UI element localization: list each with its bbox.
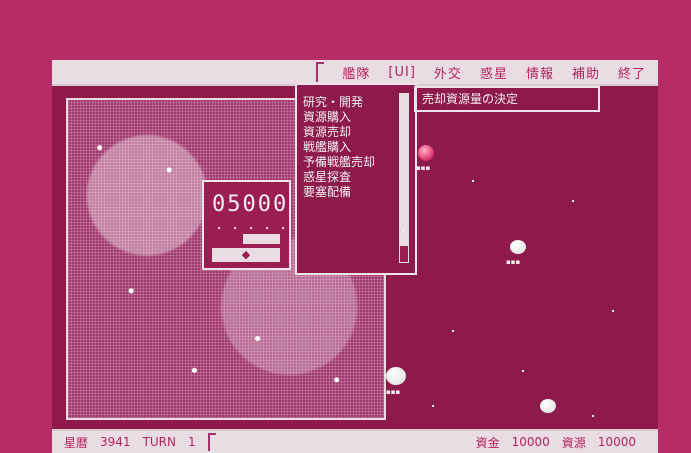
star — [572, 200, 574, 202]
star — [402, 230, 404, 232]
command-panel: 研究・開発 資源購入 資源売却 戦艦購入 予備戦艦売却 惑星探査 要塞配備 — [295, 83, 417, 275]
planet-white-2[interactable] — [386, 367, 406, 385]
scrollbar-thumb[interactable] — [399, 245, 409, 263]
planet-label-marker: ▪▪▪ — [506, 258, 521, 266]
command-buy-resources[interactable]: 資源購入 — [303, 110, 375, 125]
menu-item-planet[interactable]: 惑星 — [480, 63, 508, 82]
command-buy-warship[interactable]: 戦艦購入 — [303, 140, 375, 155]
status-bracket — [207, 433, 216, 451]
quantity-slider[interactable] — [212, 234, 280, 244]
planet-white-3[interactable] — [540, 399, 556, 413]
command-explore-planet[interactable]: 惑星探査 — [303, 170, 375, 185]
star — [472, 180, 474, 182]
turn-label: TURN — [142, 435, 176, 449]
planet-red[interactable] — [418, 145, 434, 161]
command-sell-resources[interactable]: 資源売却 — [303, 125, 375, 140]
command-scrollbar[interactable] — [399, 93, 409, 263]
digit-indicators: ・・・・・ — [214, 224, 294, 235]
menu-item-ui[interactable]: [UI] — [388, 65, 416, 80]
command-research[interactable]: 研究・開発 — [303, 95, 375, 110]
command-list: 研究・開発 資源購入 資源売却 戦艦購入 予備戦艦売却 惑星探査 要塞配備 — [303, 95, 375, 200]
command-deploy-fortress[interactable]: 要塞配備 — [303, 185, 375, 200]
resources-label: 資源 — [561, 435, 586, 450]
funds-label: 資金 — [475, 435, 500, 450]
star — [432, 405, 434, 407]
menu-item-support[interactable]: 補助 — [572, 63, 600, 82]
planet-white-1[interactable] — [510, 240, 526, 254]
funds-value: 10000 — [511, 435, 550, 449]
year-value: 3941 — [100, 435, 131, 449]
game-screen: 艦隊 [UI] 外交 惑星 情報 補助 終了 05000 ・・・・・ ◆ 研究・… — [52, 60, 658, 453]
star — [452, 330, 454, 332]
menu-item-quit[interactable]: 終了 — [618, 63, 646, 82]
quantity-popup: 05000 ・・・・・ ◆ — [202, 180, 291, 270]
resources-value: 10000 — [597, 435, 636, 449]
confirm-button[interactable]: ◆ — [212, 248, 280, 262]
turn-value: 1 — [188, 435, 196, 449]
star — [612, 310, 614, 312]
year-label: 星暦 — [64, 435, 89, 450]
planet-label-marker: ▪▪▪ — [386, 388, 401, 396]
star — [522, 370, 524, 372]
action-title: 売却資源量の決定 — [414, 86, 600, 112]
command-sell-reserve-warship[interactable]: 予備戦艦売却 — [303, 155, 375, 170]
menu-bar-bracket — [316, 62, 325, 82]
planet-label-marker: ▪▪▪ — [416, 164, 431, 172]
status-bar: 星暦 3941 TURN 1 資金 10000 資源 10000 — [52, 429, 658, 453]
menu-item-fleet[interactable]: 艦隊 — [342, 63, 370, 82]
quantity-value[interactable]: 05000 — [212, 192, 288, 217]
quantity-slider-fill — [212, 234, 243, 244]
menu-item-diplomacy[interactable]: 外交 — [434, 63, 462, 82]
star — [592, 415, 594, 417]
menu-item-info[interactable]: 情報 — [526, 63, 554, 82]
